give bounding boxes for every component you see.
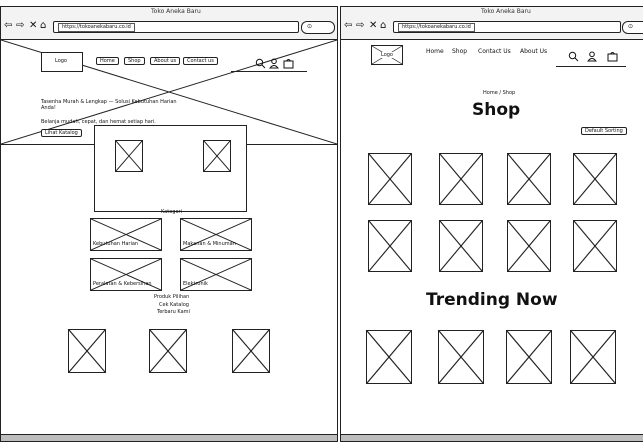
trending-product-image[interactable] bbox=[570, 330, 616, 384]
featured-product-image[interactable] bbox=[68, 329, 106, 373]
product-image[interactable] bbox=[368, 220, 412, 272]
category-label: Elektronik bbox=[183, 281, 208, 287]
nav-about-link[interactable]: About Us bbox=[520, 48, 547, 55]
nav-contact-link[interactable]: Contact us bbox=[183, 57, 218, 65]
nav-shop-link[interactable]: Shop bbox=[124, 57, 145, 65]
right-address-bar[interactable]: https://tokoanekabaru.co.id bbox=[393, 21, 621, 33]
right-toggle-icon: ⊙ bbox=[628, 23, 634, 30]
forward-arrow-icon[interactable]: ⇨ bbox=[16, 21, 24, 31]
category-card[interactable]: Makanan & Minuman bbox=[180, 218, 252, 251]
left-address-bar[interactable]: https://tokoanekabaru.co.id bbox=[53, 21, 299, 33]
right-window-title: Toko Aneka Baru bbox=[481, 8, 531, 15]
cart-icon[interactable] bbox=[607, 47, 618, 62]
featured-subtitle: Terbaru Kami bbox=[157, 309, 190, 315]
left-toggle-icon: ⊙ bbox=[307, 23, 313, 30]
promo-image-1 bbox=[115, 140, 143, 172]
right-logo[interactable]: Logo bbox=[371, 45, 403, 65]
featured-title: Produk Pilihan bbox=[154, 294, 190, 300]
left-logo[interactable]: Logo bbox=[41, 52, 83, 72]
categories-title: Kategori bbox=[161, 209, 182, 215]
nav-home-link[interactable]: Home bbox=[426, 48, 444, 55]
product-image[interactable] bbox=[439, 153, 483, 205]
left-browser-window: Toko Aneka Baru ⇦ ⇨ ✕ ⌂ https://tokoanek… bbox=[0, 6, 338, 442]
left-header-underline bbox=[231, 71, 307, 72]
sort-button[interactable]: Default Sorting bbox=[581, 127, 627, 135]
right-url-text: https://tokoanekabaru.co.id bbox=[398, 23, 475, 32]
trending-product-image[interactable] bbox=[506, 330, 552, 384]
hero-catalog-button[interactable]: Lihat Katalog bbox=[41, 129, 82, 137]
category-label: Makanan & Minuman bbox=[183, 241, 236, 247]
product-image[interactable] bbox=[507, 220, 551, 272]
left-window-title: Toko Aneka Baru bbox=[151, 8, 201, 15]
user-icon[interactable] bbox=[268, 54, 280, 69]
category-card[interactable]: Peralatan & Kebersihan bbox=[90, 258, 162, 291]
category-card[interactable]: Elektronik bbox=[180, 258, 252, 291]
category-label: Peralatan & Kebersihan bbox=[93, 281, 152, 287]
close-icon[interactable]: ✕ bbox=[29, 21, 37, 31]
hero-text: Tasenha Murah & Lengkap — Solusi Kebutuh… bbox=[41, 99, 177, 111]
right-toggle-pill[interactable]: ⊙ bbox=[622, 21, 643, 34]
featured-product-image[interactable] bbox=[149, 329, 187, 373]
promo-image-2 bbox=[203, 140, 231, 172]
breadcrumb: Home / Shop bbox=[483, 90, 516, 96]
product-image[interactable] bbox=[573, 153, 617, 205]
home-icon[interactable]: ⌂ bbox=[380, 21, 386, 31]
featured-subtitle: Cek Katalog bbox=[159, 302, 189, 308]
product-image[interactable] bbox=[573, 220, 617, 272]
right-header-underline bbox=[556, 66, 626, 67]
cart-icon[interactable] bbox=[283, 54, 294, 69]
left-toggle-pill[interactable]: ⊙ bbox=[301, 21, 335, 34]
forward-arrow-icon[interactable]: ⇨ bbox=[356, 21, 364, 31]
nav-shop-link[interactable]: Shop bbox=[452, 48, 467, 55]
back-arrow-icon[interactable]: ⇦ bbox=[344, 21, 352, 31]
product-image[interactable] bbox=[439, 220, 483, 272]
promo-box bbox=[94, 125, 247, 212]
close-icon[interactable]: ✕ bbox=[369, 21, 377, 31]
right-browser-window: Toko Aneka Baru ⇦ ⇨ ✕ ⌂ https://tokoanek… bbox=[340, 6, 643, 442]
category-label: Kebutuhan Harian bbox=[93, 241, 139, 247]
product-image[interactable] bbox=[368, 153, 412, 205]
user-icon[interactable] bbox=[586, 47, 598, 62]
search-icon[interactable] bbox=[568, 47, 579, 62]
home-icon[interactable]: ⌂ bbox=[40, 21, 46, 31]
featured-product-image[interactable] bbox=[232, 329, 270, 373]
nav-about-link[interactable]: About us bbox=[150, 57, 181, 65]
trending-title: Trending Now bbox=[426, 290, 558, 310]
nav-contact-link[interactable]: Contact Us bbox=[478, 48, 511, 55]
back-arrow-icon[interactable]: ⇦ bbox=[4, 21, 12, 31]
page-title: Shop bbox=[472, 100, 521, 120]
nav-home-link[interactable]: Home bbox=[96, 57, 119, 65]
trending-product-image[interactable] bbox=[438, 330, 484, 384]
product-image[interactable] bbox=[507, 153, 551, 205]
left-browser-toolbar: Toko Aneka Baru ⇦ ⇨ ✕ ⌂ https://tokoanek… bbox=[1, 7, 337, 40]
right-browser-toolbar: Toko Aneka Baru ⇦ ⇨ ✕ ⌂ https://tokoanek… bbox=[341, 7, 643, 40]
trending-product-image[interactable] bbox=[366, 330, 412, 384]
category-card[interactable]: Kebutuhan Harian bbox=[90, 218, 162, 251]
left-url-text: https://tokoanekabaru.co.id bbox=[58, 23, 135, 32]
search-icon[interactable] bbox=[255, 54, 266, 69]
